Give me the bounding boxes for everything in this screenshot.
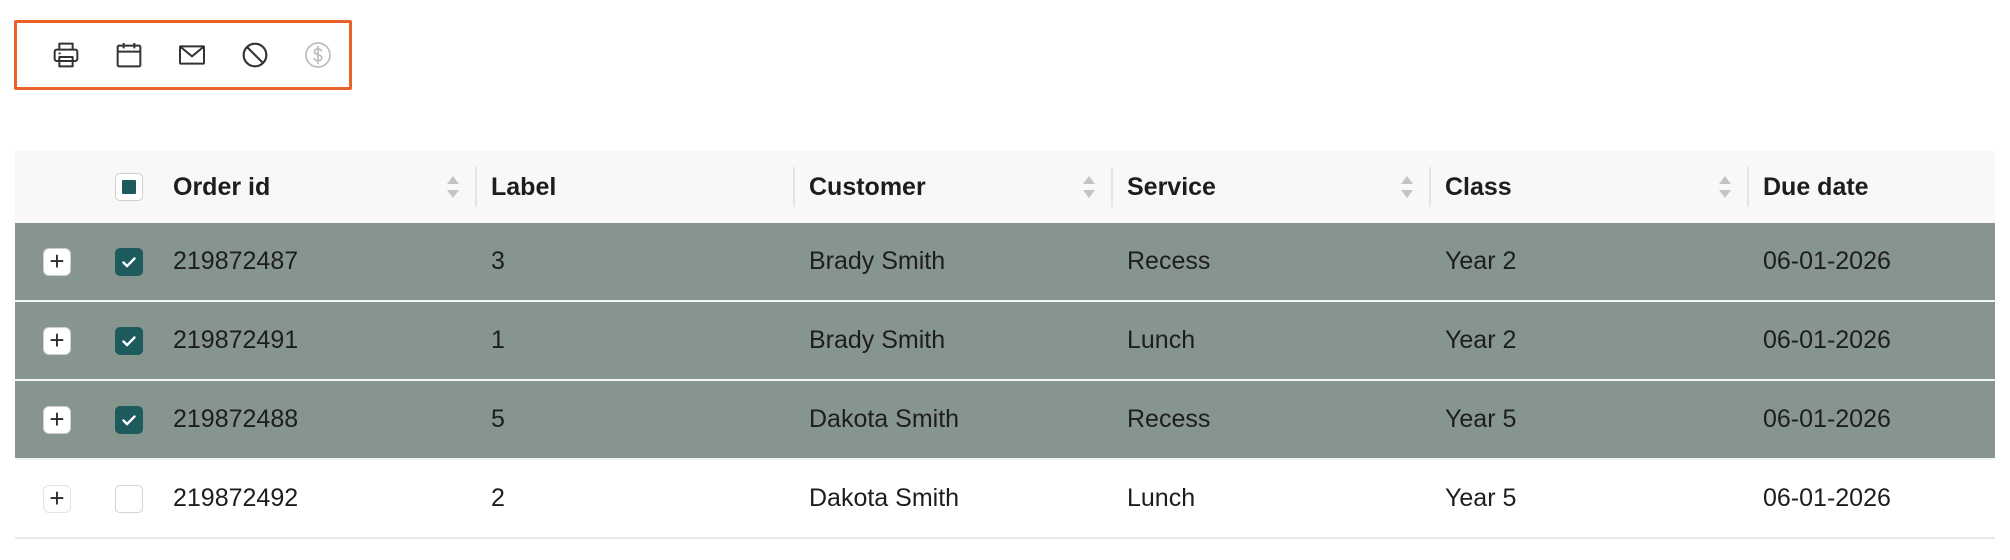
mail-icon (178, 45, 205, 65)
column-header-customer[interactable]: Customer (795, 151, 1113, 223)
expand-column-header (15, 151, 99, 223)
order-id-cell: 219872487 (173, 247, 299, 275)
service-cell: Lunch (1127, 326, 1196, 354)
print-button[interactable] (34, 29, 97, 81)
column-header-label-col: Label (477, 151, 795, 223)
row-checkbox[interactable] (115, 405, 143, 434)
label-cell: 3 (491, 247, 505, 275)
customer-cell: Dakota Smith (809, 484, 960, 512)
plus-icon: + (49, 245, 65, 276)
column-header-label: Order id (173, 172, 271, 201)
block-icon (242, 42, 267, 68)
customer-cell: Brady Smith (809, 326, 946, 354)
row-checkbox[interactable] (115, 484, 143, 513)
plus-icon: + (49, 403, 65, 434)
due-date-cell: 06-01-2026 (1763, 326, 1891, 354)
row-select-cell (99, 223, 159, 300)
sort-icon[interactable] (445, 173, 461, 201)
service-cell: Lunch (1127, 484, 1196, 512)
sort-icon[interactable] (1399, 173, 1415, 201)
column-header-service[interactable]: Service (1113, 151, 1431, 223)
service-cell: Recess (1127, 405, 1211, 433)
column-header-label: Service (1127, 172, 1216, 201)
column-header-label: Class (1445, 172, 1512, 201)
expand-cell: + (15, 460, 99, 537)
label-cell: 5 (491, 405, 505, 433)
check-icon (122, 256, 136, 267)
row-select-cell (99, 381, 159, 458)
column-header-label: Label (491, 172, 557, 201)
bulk-actions-toolbar (14, 20, 352, 90)
calendar-icon (116, 43, 141, 68)
label-cell: 2 (491, 484, 505, 512)
column-header-label: Due date (1763, 172, 1869, 201)
expand-row-button[interactable]: + (43, 403, 71, 434)
expand-cell: + (15, 223, 99, 300)
check-icon (122, 414, 136, 425)
label-cell: 1 (491, 326, 505, 354)
dollar-icon (304, 42, 331, 68)
email-button[interactable] (160, 29, 223, 81)
expand-row-button[interactable]: + (43, 482, 71, 513)
expand-cell: + (15, 381, 99, 458)
order-id-cell: 219872492 (173, 484, 299, 512)
column-header-class[interactable]: Class (1431, 151, 1749, 223)
select-all-cell (99, 151, 159, 223)
class-cell: Year 2 (1445, 326, 1517, 354)
customer-cell: Dakota Smith (809, 405, 960, 433)
due-date-cell: 06-01-2026 (1763, 405, 1891, 433)
orders-table: Order id Label Customer Service Class Du… (15, 151, 1995, 539)
order-id-cell: 219872488 (173, 405, 299, 433)
class-cell: Year 2 (1445, 247, 1517, 275)
row-select-cell (99, 302, 159, 379)
sort-icon[interactable] (1717, 173, 1733, 201)
due-date-cell: 06-01-2026 (1763, 484, 1891, 512)
due-date-cell: 06-01-2026 (1763, 247, 1891, 275)
row-checkbox[interactable] (115, 247, 143, 276)
select-all-checkbox[interactable] (115, 173, 143, 201)
column-header-order-id[interactable]: Order id (159, 151, 477, 223)
service-cell: Recess (1127, 247, 1211, 275)
customer-cell: Brady Smith (809, 247, 946, 275)
row-checkbox[interactable] (115, 326, 143, 355)
plus-icon: + (49, 482, 65, 513)
printer-icon (53, 42, 78, 68)
class-cell: Year 5 (1445, 405, 1517, 433)
expand-row-button[interactable]: + (43, 245, 71, 276)
expand-row-button[interactable]: + (43, 324, 71, 355)
sort-icon[interactable] (1081, 173, 1097, 201)
expand-cell: + (15, 302, 99, 379)
column-header-due-date: Due date (1749, 151, 1995, 223)
schedule-button[interactable] (97, 29, 160, 81)
row-select-cell (99, 460, 159, 537)
table-row[interactable]: + 219872487 3 Brady Smith Recess Year 2 … (15, 223, 1995, 302)
check-icon (122, 335, 136, 346)
table-header: Order id Label Customer Service Class Du… (15, 151, 1995, 223)
class-cell: Year 5 (1445, 484, 1517, 512)
order-id-cell: 219872491 (173, 326, 299, 354)
cancel-order-button[interactable] (223, 29, 286, 81)
plus-icon: + (49, 324, 65, 355)
table-row[interactable]: + 219872491 1 Brady Smith Lunch Year 2 0… (15, 302, 1995, 381)
table-row[interactable]: + 219872488 5 Dakota Smith Recess Year 5… (15, 381, 1995, 460)
column-header-label: Customer (809, 172, 926, 201)
refund-button[interactable] (286, 29, 349, 81)
table-row[interactable]: + 219872492 2 Dakota Smith Lunch Year 5 … (15, 460, 1995, 539)
